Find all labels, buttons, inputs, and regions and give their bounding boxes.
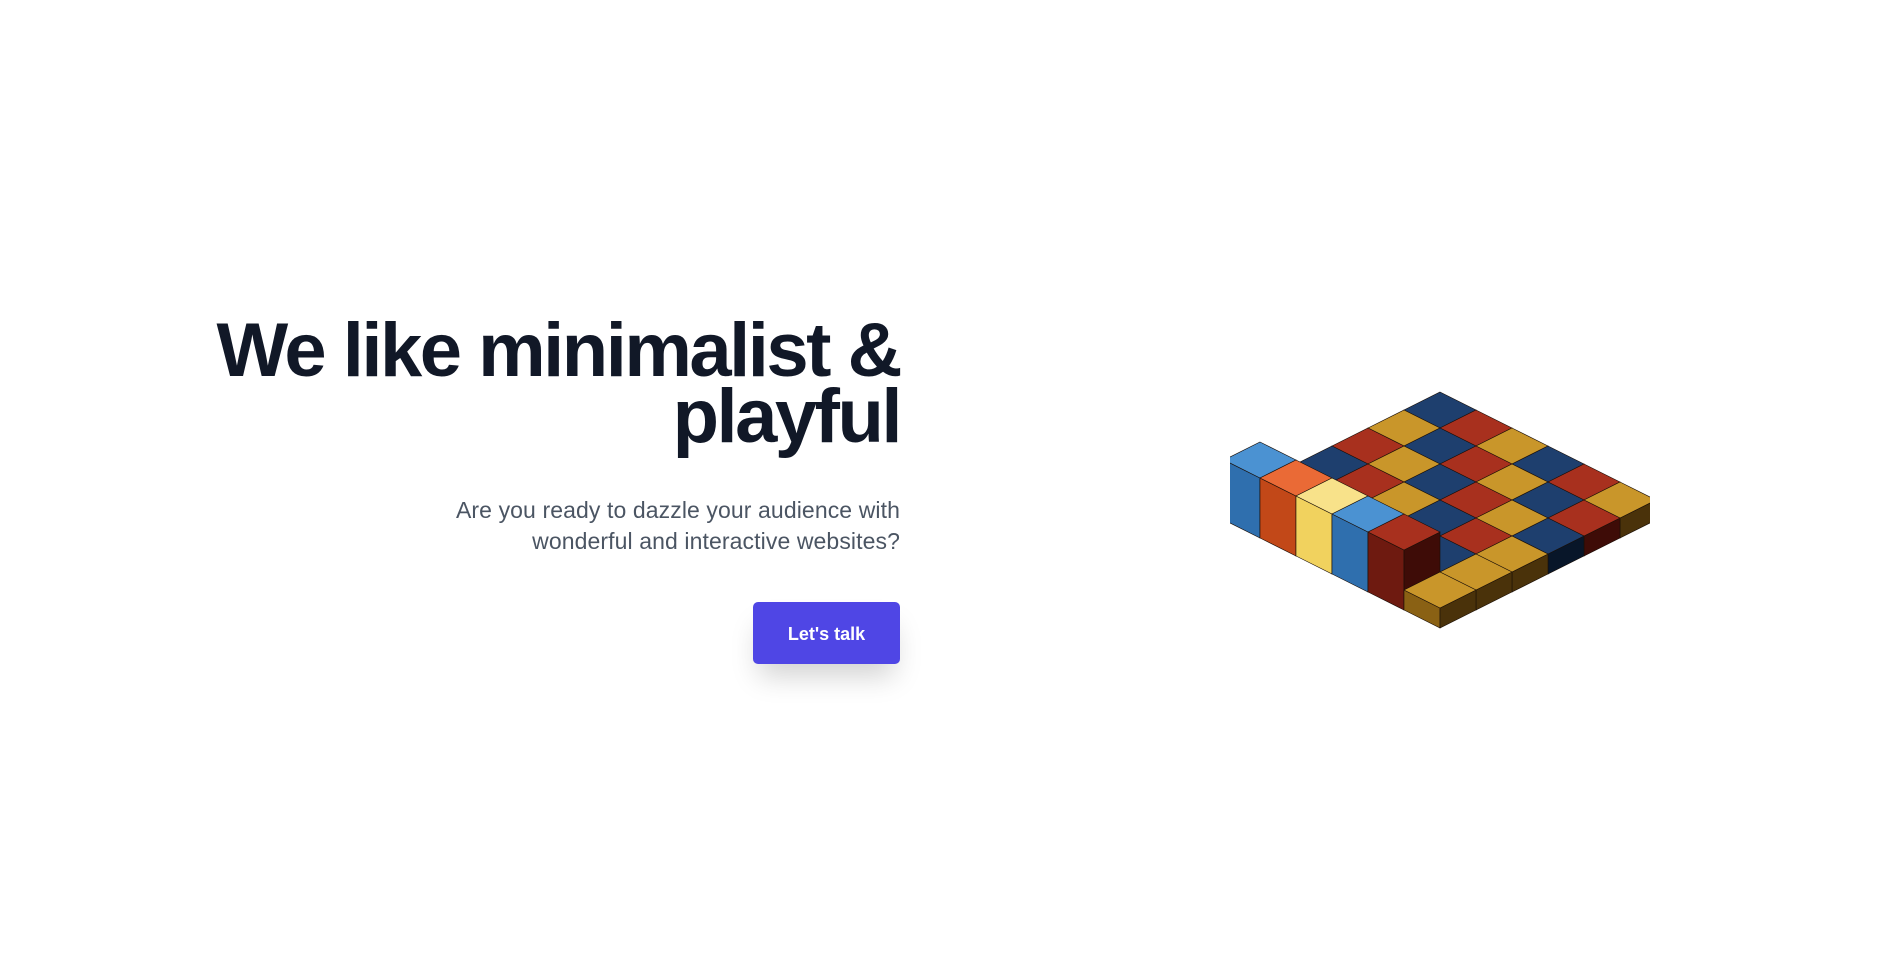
hero-section: We like minimalist & playful Are you rea… xyxy=(200,313,903,664)
cube-grid-illustration xyxy=(1230,391,1650,629)
hero-subtext-line-1: Are you ready to dazzle your audience wi… xyxy=(455,497,900,523)
hero-subtext: Are you ready to dazzle your audience wi… xyxy=(200,495,900,557)
cta-row: Let's talk xyxy=(200,602,900,664)
hero-headline: We like minimalist & playful xyxy=(200,313,902,455)
landing-page: We like minimalist & playful Are you rea… xyxy=(0,0,1878,978)
hero-subtext-line-2: wonderful and interactive websites? xyxy=(532,528,900,554)
lets-talk-button[interactable]: Let's talk xyxy=(753,602,900,664)
hero-headline-line-2: playful xyxy=(672,374,903,459)
